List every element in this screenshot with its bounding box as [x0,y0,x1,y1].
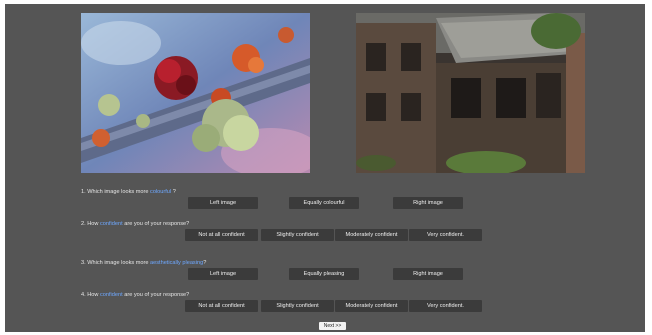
question-3-suffix: ? [203,260,207,266]
question-1-prefix: 1. Which image looks more [81,189,151,195]
question-3-prefix: 3. Which image looks more [81,260,151,266]
q2-very-confident-button[interactable]: Very confident. [409,229,482,241]
question-4-suffix: are you of your response? [122,292,190,298]
question-3-keyword: aesthetically pleasing [150,260,204,266]
question-2-suffix: are you of your response? [122,221,190,227]
survey-panel: 1. Which image looks more colourful ? Le… [5,4,645,332]
q4-not-at-all-confident-button[interactable]: Not at all confident [185,300,258,312]
q2-moderately-confident-button[interactable]: Moderately confident [335,229,408,241]
question-2-prefix: 2. How [81,221,100,227]
question-2-keyword: confident [99,221,123,227]
q1-right-image-button[interactable]: Right image [393,197,463,209]
q3-right-image-button[interactable]: Right image [393,268,463,280]
question-4: 4. How confident are you of your respons… [81,292,189,298]
question-1-suffix: ? [171,189,176,195]
question-1: 1. Which image looks more colourful ? [81,189,176,195]
q4-moderately-confident-button[interactable]: Moderately confident [335,300,408,312]
q1-equally-colourful-button[interactable]: Equally colourful [289,197,359,209]
question-4-prefix: 4. How [81,292,100,298]
right-image [356,13,585,173]
question-4-keyword: confident [99,292,123,298]
q2-slightly-confident-button[interactable]: Slightly confident [261,229,334,241]
q2-not-at-all-confident-button[interactable]: Not at all confident [185,229,258,241]
question-1-keyword: colourful [150,189,172,195]
ruined-house-photo [356,13,585,173]
q1-left-image-button[interactable]: Left image [188,197,258,209]
q4-slightly-confident-button[interactable]: Slightly confident [261,300,334,312]
q3-equally-pleasing-button[interactable]: Equally pleasing [289,268,359,280]
left-image [81,13,310,173]
q4-very-confident-button[interactable]: Very confident. [409,300,482,312]
next-button[interactable]: Next >> [319,322,346,330]
question-2: 2. How confident are you of your respons… [81,221,189,227]
question-3: 3. Which image looks more aesthetically … [81,260,206,266]
branch-with-lichen-photo [81,13,310,173]
q3-left-image-button[interactable]: Left image [188,268,258,280]
